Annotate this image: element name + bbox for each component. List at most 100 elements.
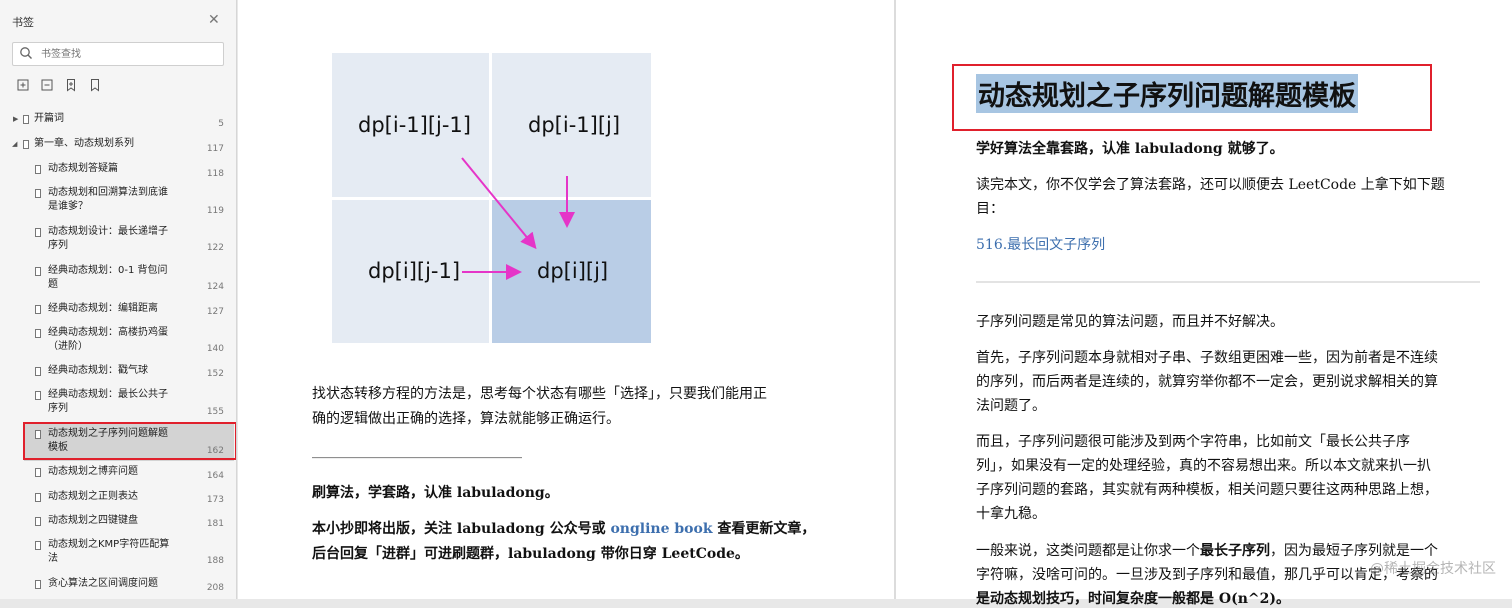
bookmark-label: 经典动态规划：高楼扔鸡蛋: [48, 327, 168, 338]
bookmark-label: 动态规划之KMP字符匹配算: [48, 539, 170, 550]
bookmark-item[interactable]: 动态规划之正则表达 173: [0, 490, 236, 506]
collapse-all-icon[interactable]: [40, 78, 54, 92]
bookmark-item[interactable]: 动态规划答疑篇 118: [0, 162, 236, 179]
bookmark-item[interactable]: 动态规划之四键键盘 181: [0, 514, 236, 530]
paragraph-line: 读完本文，你不仅学会了算法套路，还可以顺便去 LeetCode 上拿下如下题: [976, 177, 1445, 193]
bookmark-item[interactable]: ◢ 第一章、动态规划系列 117: [0, 137, 236, 154]
horizontal-rule: [976, 281, 1480, 283]
document-page-left: dp[i-1][j-1] dp[i-1][j] dp[i][j-1] dp[i]…: [238, 0, 894, 599]
paragraph-line: 十拿九稳。: [976, 506, 1046, 522]
bookmark-label-line2: 序列: [48, 403, 68, 414]
problem-link[interactable]: 516.最长回文子序列: [976, 234, 1105, 254]
bookmark-label: 动态规划和回溯算法到底谁: [48, 187, 168, 198]
online-book-link[interactable]: ongline book: [610, 521, 712, 537]
text-run: 一般来说，这类问题都是让你求一个: [976, 543, 1200, 559]
bookmark-icon: [35, 468, 41, 477]
paragraph-line: 确的逻辑做出正确的选择，算法就能够正确运行。: [312, 411, 620, 427]
bookmark-label: 动态规划之四键键盘: [48, 515, 138, 526]
bookmark-label-line2: （进阶）: [48, 341, 88, 352]
promo-line: 本小抄即将出版，关注 labuladong 公众号或 ongline book …: [312, 518, 815, 538]
sidebar-title: 书签: [12, 16, 34, 29]
bookmark-page: 124: [206, 282, 224, 292]
bookmark-page: 122: [206, 243, 224, 253]
bookmark-label-line2: 题: [48, 279, 58, 290]
paragraph-line: 子序列问题是常见的算法问题，而且并不好解决。: [976, 314, 1284, 330]
bookmark-page: 140: [206, 344, 224, 354]
bookmark-search-box[interactable]: [12, 42, 224, 66]
bookmark-label: 动态规划之正则表达: [48, 491, 138, 502]
bookmark-icon: [35, 189, 41, 198]
paragraph-line: 而且，子序列问题很可能涉及到两个字符串，比如前文「最长公共子序: [976, 434, 1410, 450]
bookmark-item[interactable]: 动态规划之博弈问题 164: [0, 465, 236, 481]
promo-line: 后台回复「进群」可进刷题群，labuladong 带你日穿 LeetCode。: [312, 546, 749, 562]
bookmark-label: 经典动态规划：编辑距离: [48, 303, 158, 314]
bookmark-item[interactable]: 动态规划和回溯算法到底谁 是谁爹？ 119: [0, 186, 236, 216]
bookmark-label: 贪心算法之区间调度问题: [48, 578, 158, 589]
paragraph-line: 字符嘛，没啥可问的。一旦涉及到子序列和最值，那几乎可以肯定，考察的: [976, 567, 1438, 583]
close-icon[interactable]: ✕: [208, 12, 220, 28]
emphasis-text: 最长子序列: [1200, 543, 1270, 559]
bookmark-label: 动态规划答疑篇: [48, 163, 118, 174]
paragraph-line: 是动态规划技巧，时间复杂度一般都是 O(n^2)。: [976, 591, 1290, 607]
paragraph-line: 的序列，而后两者是连续的，就算穷举你都不一定会，更别说求解相关的算: [976, 374, 1438, 390]
bookmark-page: 117: [206, 144, 224, 154]
bookmark-item[interactable]: 动态规划设计：最长递增子 序列 122: [0, 225, 236, 255]
bookmark-item[interactable]: 经典动态规划：最长公共子 序列 155: [0, 388, 236, 418]
bookmark-sidebar: 书签 ✕ ▶ 开篇词 5 ◢ 第一章、动态规划系列 117 动态规划答疑篇 11…: [0, 0, 237, 599]
bookmark-icon[interactable]: [88, 78, 102, 92]
bookmark-page: 181: [206, 519, 224, 529]
bookmark-label: 经典动态规划：0-1 背包问: [48, 265, 168, 276]
bookmark-icon: [35, 165, 41, 174]
bookmark-label: 动态规划设计：最长递增子: [48, 226, 168, 237]
bookmark-label: 第一章、动态规划系列: [34, 138, 134, 149]
paragraph-line: 子序列问题的套路，其实就有两种模板，相关问题只要往这两种思路上想，: [976, 482, 1438, 498]
promo-text: 查看更新文章，: [712, 521, 816, 537]
bookmark-item[interactable]: 经典动态规划：0-1 背包问 题 124: [0, 264, 236, 294]
expand-all-icon[interactable]: [16, 78, 30, 92]
bookmark-item[interactable]: 经典动态规划：编辑距离 127: [0, 302, 236, 318]
watermark: @稀土掘金技术社区: [1370, 561, 1496, 577]
bookmark-icon: [23, 140, 29, 149]
bookmark-icon: [35, 493, 41, 502]
paragraph-line: 目：: [976, 201, 1004, 217]
bookmark-page: 208: [206, 583, 224, 593]
diagram-arrows: [461, 157, 575, 280]
slogan-text: 刷算法，学套路，认准 labuladong。: [312, 485, 559, 501]
bookmark-label-line2: 序列: [48, 240, 68, 251]
bookmark-icon: [35, 541, 41, 550]
bookmark-page: 5: [218, 119, 224, 129]
paragraph-line: 列」，如果没有一定的处理经验，真的不容易想出来。所以本文就来扒一扒: [976, 458, 1431, 474]
bookmark-icon: [23, 115, 29, 124]
selection-annotation-box: [23, 422, 236, 460]
bookmark-item[interactable]: 经典动态规划：高楼扔鸡蛋 （进阶） 140: [0, 326, 236, 356]
paragraph-line: 一般来说，这类问题都是让你求一个最长子序列，因为最短子序列就是一个: [976, 540, 1438, 560]
bookmark-label-line2: 法: [48, 553, 58, 564]
bookmark-icon: [35, 580, 41, 589]
bookmark-item[interactable]: 动态规划之KMP字符匹配算 法 188: [0, 538, 236, 568]
bookmark-item[interactable]: 经典动态规划：戳气球 152: [0, 364, 236, 380]
bookmark-page: 152: [206, 369, 224, 379]
search-icon: [20, 47, 32, 59]
bookmark-icon: [35, 391, 41, 400]
bookmark-icon: [35, 228, 41, 237]
bookmark-page: 164: [206, 471, 224, 481]
paragraph-line: 找状态转移方程的方法是，思考每个状态有哪些「选择」，只要我们能用正: [312, 386, 767, 402]
bookmark-item[interactable]: 贪心算法之区间调度问题 208: [0, 577, 236, 593]
bookmark-label: 动态规划之博弈问题: [48, 466, 138, 477]
collapse-arrow-icon[interactable]: ◢: [12, 140, 17, 148]
bookmark-page: 118: [206, 169, 224, 179]
document-page-right: 动态规划之子序列问题解题模板 学好算法全靠套路，认准 labuladong 就够…: [896, 0, 1512, 607]
promo-text: 本小抄即将出版，关注 labuladong 公众号或: [312, 521, 611, 537]
bookmark-icon: [35, 517, 41, 526]
text-run: ，因为最短子序列就是一个: [1270, 543, 1438, 559]
bookmark-item[interactable]: ▶ 开篇词 5: [0, 112, 236, 129]
bookmark-icon: [35, 267, 41, 276]
intro-bold: 学好算法全靠套路，认准 labuladong 就够了。: [976, 141, 1284, 157]
bookmark-search-input[interactable]: [41, 45, 217, 63]
bookmark-page: 188: [206, 556, 224, 566]
paragraph-line: 法问题了。: [976, 398, 1046, 414]
separator-line: ______________________________: [312, 443, 522, 459]
add-bookmark-icon[interactable]: [64, 78, 78, 92]
bookmark-label-line2: 是谁爹？: [48, 201, 88, 212]
expand-arrow-icon[interactable]: ▶: [13, 115, 18, 123]
